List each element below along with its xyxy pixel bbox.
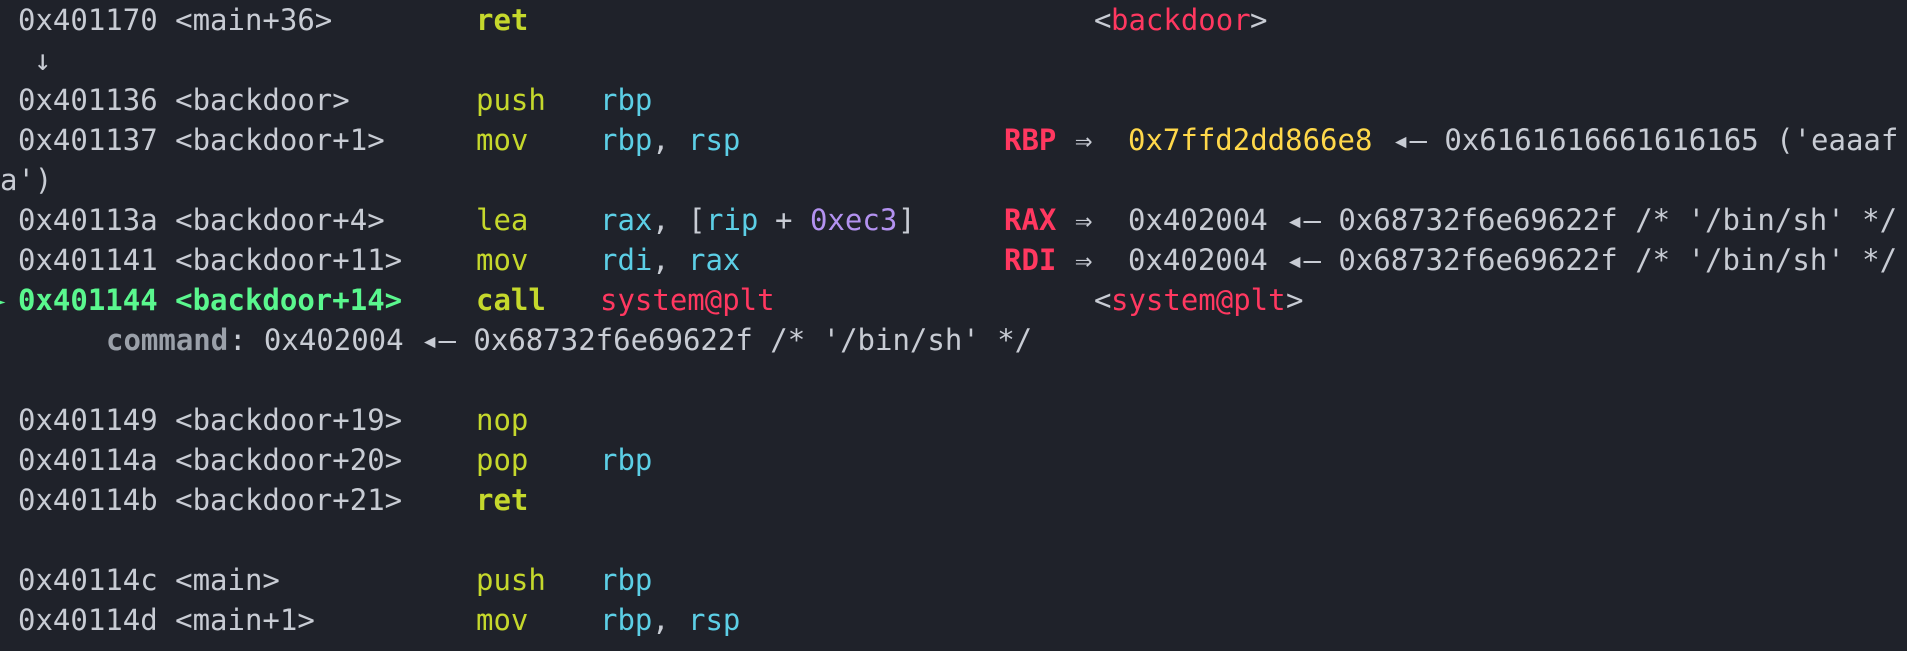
instruction-address: 0x401136 <backdoor> [18, 83, 350, 117]
register-value: 0x402004 [1128, 243, 1268, 277]
disasm-line-main-1: 0x40114d <main+1> mov rbp , rsp [0, 600, 1907, 640]
operand-1: rbp [600, 123, 653, 157]
instruction-address: 0x40114d <main+1> [18, 603, 315, 637]
dereference-chain: ◂— 0x68732f6e69622f /* '/bin/sh' */ [1286, 243, 1898, 277]
disasm-line-main: 0x40114c <main> push rbp [0, 560, 1907, 600]
disasm-line-backdoor: 0x401136 <backdoor> push rbp [0, 80, 1907, 120]
call-argument-line: command : 0x402004 ◂— 0x68732f6e69622f /… [0, 320, 1907, 360]
register-name: RDI [1004, 243, 1057, 277]
operand-1: system@plt [600, 283, 775, 317]
instruction-address: 0x40113a <backdoor+4> [18, 203, 385, 237]
operand-1: rbp [600, 603, 653, 637]
operand-1: rbp [600, 83, 653, 117]
wrapped-text: a') [0, 163, 53, 197]
disasm-line-backdoor-20: 0x40114a <backdoor+20> pop rbp [0, 440, 1907, 480]
mnemonic: ret [476, 3, 529, 37]
target-symbol: system@plt [1111, 283, 1286, 317]
bracket-open: [ [688, 203, 706, 237]
argument-label: command [106, 323, 229, 357]
current-instruction-marker-icon: ► [0, 283, 5, 317]
operand-1: rdi [600, 243, 653, 277]
operand-comma: , [652, 203, 670, 237]
operand-2: rsp [688, 123, 741, 157]
disasm-line-backdoor-11: 0x401141 <backdoor+11> mov rdi , rax RDI… [0, 240, 1907, 280]
mnemonic: mov [476, 243, 529, 277]
disasm-line-backdoor-21: 0x40114b <backdoor+21> ret [0, 480, 1907, 520]
disasm-line-current: ► 0x401144 <backdoor+14> call system@plt… [0, 280, 1907, 320]
operand-1: rbp [600, 443, 653, 477]
implies-arrow-icon: ⇒ [1075, 123, 1093, 157]
instruction-address: 0x401149 <backdoor+19> [18, 403, 403, 437]
target-close: > [1250, 3, 1268, 37]
operand-comma: , [652, 243, 670, 277]
operand-comma: , [652, 603, 670, 637]
bracket-close: ] [898, 203, 916, 237]
plus-sign: + [775, 203, 793, 237]
mnemonic: pop [476, 443, 529, 477]
instruction-address: 0x40114a <backdoor+20> [18, 443, 403, 477]
register-value: 0x7ffd2dd866e8 [1128, 123, 1373, 157]
mnemonic: lea [476, 203, 529, 237]
instruction-address: 0x40114b <backdoor+21> [18, 483, 403, 517]
implies-arrow-icon: ⇒ [1075, 243, 1093, 277]
instruction-address: 0x401144 <backdoor+14> [18, 283, 403, 317]
target-close: > [1286, 283, 1304, 317]
operand-2: rip [706, 203, 759, 237]
operand-2: rsp [688, 603, 741, 637]
mnemonic: call [476, 283, 546, 317]
disasm-line-main-36: 0x401170 <main+36> ret < backdoor > [0, 0, 1907, 40]
operand-1: rax [600, 203, 653, 237]
disasm-line-backdoor-1: 0x401137 <backdoor+1> mov rbp , rsp RBP … [0, 120, 1907, 160]
target-open: < [1094, 283, 1112, 317]
disasm-line-backdoor-4: 0x40113a <backdoor+4> lea rax , [ rip + … [0, 200, 1907, 240]
disasm-line-backdoor-19: 0x401149 <backdoor+19> nop [0, 400, 1907, 440]
disassembly-view: 0x401170 <main+36> ret < backdoor > ↓ 0x… [0, 0, 1907, 651]
operand-1: rbp [600, 563, 653, 597]
mnemonic: push [476, 83, 546, 117]
operand-2: rax [688, 243, 741, 277]
instruction-address: 0x40114c <main> [18, 563, 280, 597]
register-name: RBP [1004, 123, 1057, 157]
dereference-chain: ◂— 0x6161616661616165 ('eaaaf [1392, 123, 1899, 157]
argument-value: : 0x402004 ◂— 0x68732f6e69622f /* '/bin/… [229, 323, 1033, 357]
register-name: RAX [1004, 203, 1057, 237]
target-symbol: backdoor [1111, 3, 1251, 37]
jump-arrow-line: ↓ [0, 40, 1907, 80]
immediate-value: 0xec3 [810, 203, 898, 237]
wrapped-line: a') [0, 160, 1907, 200]
dereference-chain: ◂— 0x68732f6e69622f /* '/bin/sh' */ [1286, 203, 1898, 237]
implies-arrow-icon: ⇒ [1075, 203, 1093, 237]
instruction-address: 0x401137 <backdoor+1> [18, 123, 385, 157]
down-arrow-icon: ↓ [34, 43, 52, 77]
mnemonic: nop [476, 403, 529, 437]
mnemonic: push [476, 563, 546, 597]
register-value: 0x402004 [1128, 203, 1268, 237]
mnemonic: mov [476, 603, 529, 637]
mnemonic: ret [476, 483, 529, 517]
instruction-address: 0x401141 <backdoor+11> [18, 243, 403, 277]
operand-comma: , [652, 123, 670, 157]
target-open: < [1094, 3, 1112, 37]
mnemonic: mov [476, 123, 529, 157]
instruction-address: 0x401170 <main+36> [18, 3, 333, 37]
